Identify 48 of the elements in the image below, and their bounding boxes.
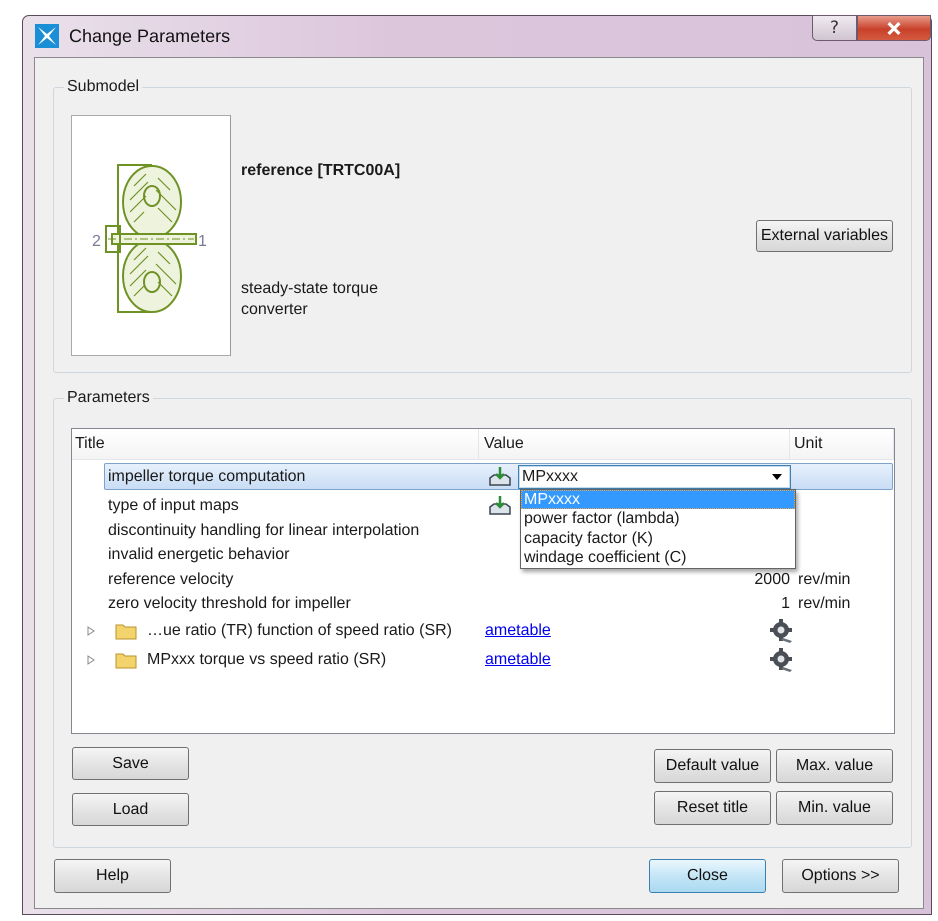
parameter-value: 1 (781, 595, 790, 614)
folder-icon (115, 651, 137, 669)
submodel-description: steady-state torque converter (241, 279, 379, 320)
parameter-title[interactable]: type of input maps (108, 497, 239, 516)
port-label: 1 (198, 233, 207, 250)
value-button[interactable]: Default value (654, 749, 771, 783)
external-variables-button[interactable]: External variables (756, 220, 893, 252)
parameter-title[interactable]: zero velocity threshold for impeller (108, 595, 351, 614)
help-button[interactable]: ? (812, 15, 857, 41)
expander-icon[interactable] (86, 626, 96, 636)
dialog-button[interactable]: Help (54, 859, 171, 893)
parameter-title[interactable]: discontinuity handling for linear interpolation (108, 522, 420, 540)
folder-icon (115, 622, 137, 640)
tray-arrow-icon[interactable] (488, 495, 512, 518)
value-button[interactable]: Reset title (654, 791, 771, 825)
parameter-title[interactable]: reference velocity (108, 570, 234, 589)
column-header[interactable]: Value (479, 429, 790, 459)
gear-icon[interactable] (768, 618, 794, 644)
table-link[interactable]: ametable (485, 651, 551, 669)
close-button[interactable] (857, 15, 931, 41)
app-icon (35, 24, 59, 48)
file-button[interactable]: Save (72, 747, 189, 780)
port-label: 2 (92, 233, 101, 250)
table-link[interactable]: ametable (485, 622, 551, 640)
value-button[interactable]: Max. value (776, 749, 893, 783)
parameter-unit: rev/min (798, 570, 850, 589)
parameter-title[interactable]: MPxxx torque vs speed ratio (SR) (147, 651, 386, 669)
parameter-title[interactable]: …ue ratio (TR) function of speed ratio (SR) (147, 622, 452, 640)
gear-icon[interactable] (768, 647, 794, 673)
dropdown-option[interactable]: power factor (lambda) (521, 509, 795, 528)
parameter-title: impeller torque computation (108, 468, 306, 486)
value-button[interactable]: Min. value (776, 791, 893, 825)
window-title: Change Parameters (69, 26, 230, 46)
parameter-value: 2000 (754, 570, 790, 589)
dropdown-option[interactable]: capacity factor (K) (521, 528, 795, 548)
expander-icon[interactable] (86, 655, 96, 665)
caret-icon (772, 474, 782, 480)
dialog-button[interactable]: Options >> (782, 859, 899, 893)
dialog-button[interactable]: Close (649, 859, 766, 893)
parameter-title[interactable]: invalid energetic behavior (108, 546, 290, 564)
tray-arrow-icon[interactable] (488, 466, 512, 488)
submodel-name: reference [TRTC00A] (241, 162, 402, 180)
parameter-unit: rev/min (798, 595, 850, 614)
column-header[interactable]: Unit (790, 429, 894, 459)
dropdown-option[interactable]: windage coefficient (C) (521, 548, 795, 568)
close-icon (886, 22, 902, 34)
column-header[interactable]: Title (72, 429, 479, 459)
file-button[interactable]: Load (72, 793, 189, 826)
